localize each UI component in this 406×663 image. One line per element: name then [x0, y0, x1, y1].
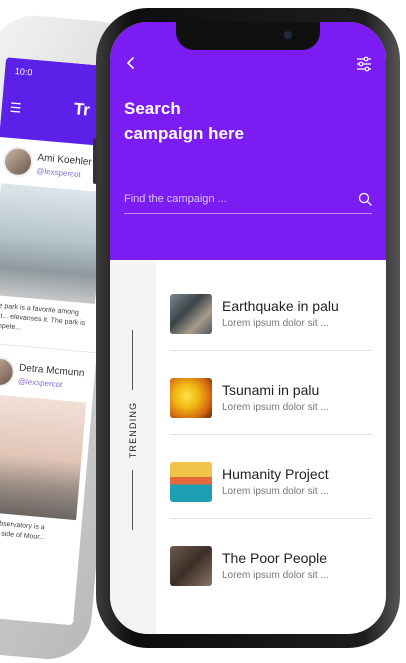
search-icon[interactable]	[358, 192, 372, 206]
campaign-description: Lorem ipsum dolor sit ...	[222, 570, 329, 581]
search-input[interactable]	[124, 188, 344, 210]
post-photo	[0, 183, 105, 304]
campaign-item[interactable]: Humanity Project Lorem ipsum dolor sit .…	[156, 428, 386, 519]
menu-icon: ☰	[9, 99, 23, 116]
post-handle: @lexspercot	[17, 376, 63, 390]
post-author: Ami Koehler	[36, 152, 93, 169]
post-text: Griffith Observatory is a favorite... si…	[0, 518, 46, 542]
background-title: Tr	[73, 99, 91, 120]
sliders-icon[interactable]	[356, 56, 372, 72]
campaign-item[interactable]: Tsunami in palu Lorem ipsum dolor sit ..…	[156, 344, 386, 435]
avatar	[1, 145, 35, 178]
campaign-item[interactable]: The Poor People Lorem ipsum dolor sit ..…	[156, 512, 386, 596]
status-time: 10:0	[14, 66, 33, 78]
notch	[176, 22, 320, 50]
feed-post: Detra Mcmunn @lexspercot Griffith Observ…	[0, 347, 96, 554]
post-text: The park is a favorite among skat... ele…	[0, 301, 86, 332]
post-photo	[0, 393, 87, 521]
campaign-thumbnail	[170, 378, 212, 418]
page-title: Search campaign here	[124, 99, 244, 143]
campaign-list: Earthquake in palu Lorem ipsum dolor sit…	[156, 260, 386, 596]
campaign-description: Lorem ipsum dolor sit ...	[222, 402, 329, 413]
divider	[132, 470, 133, 530]
campaign-title: Tsunami in palu	[222, 382, 320, 398]
campaign-thumbnail	[170, 462, 212, 502]
trending-label[interactable]: TRENDING	[128, 402, 138, 459]
trending-sidebar: TRENDING	[110, 260, 156, 634]
phone-frame: Search campaign here TRENDING Earthquake…	[93, 8, 400, 648]
avatar	[0, 355, 16, 389]
phone-screen: Search campaign here TRENDING Earthquake…	[110, 22, 386, 634]
campaign-thumbnail	[170, 546, 212, 586]
campaign-title: The Poor People	[222, 550, 328, 566]
campaign-title: Earthquake in palu	[222, 298, 339, 314]
post-handle: @lexspercot	[35, 166, 82, 180]
chevron-left-icon[interactable]	[124, 56, 138, 70]
campaign-description: Lorem ipsum dolor sit ...	[222, 318, 329, 329]
campaign-title: Humanity Project	[222, 466, 329, 482]
campaign-item[interactable]: Earthquake in palu Lorem ipsum dolor sit…	[156, 260, 386, 351]
campaign-thumbnail	[170, 294, 212, 334]
search-header: Search campaign here	[110, 22, 386, 260]
divider	[132, 330, 133, 390]
search-underline	[124, 213, 372, 214]
campaign-description: Lorem ipsum dolor sit ...	[222, 486, 329, 497]
